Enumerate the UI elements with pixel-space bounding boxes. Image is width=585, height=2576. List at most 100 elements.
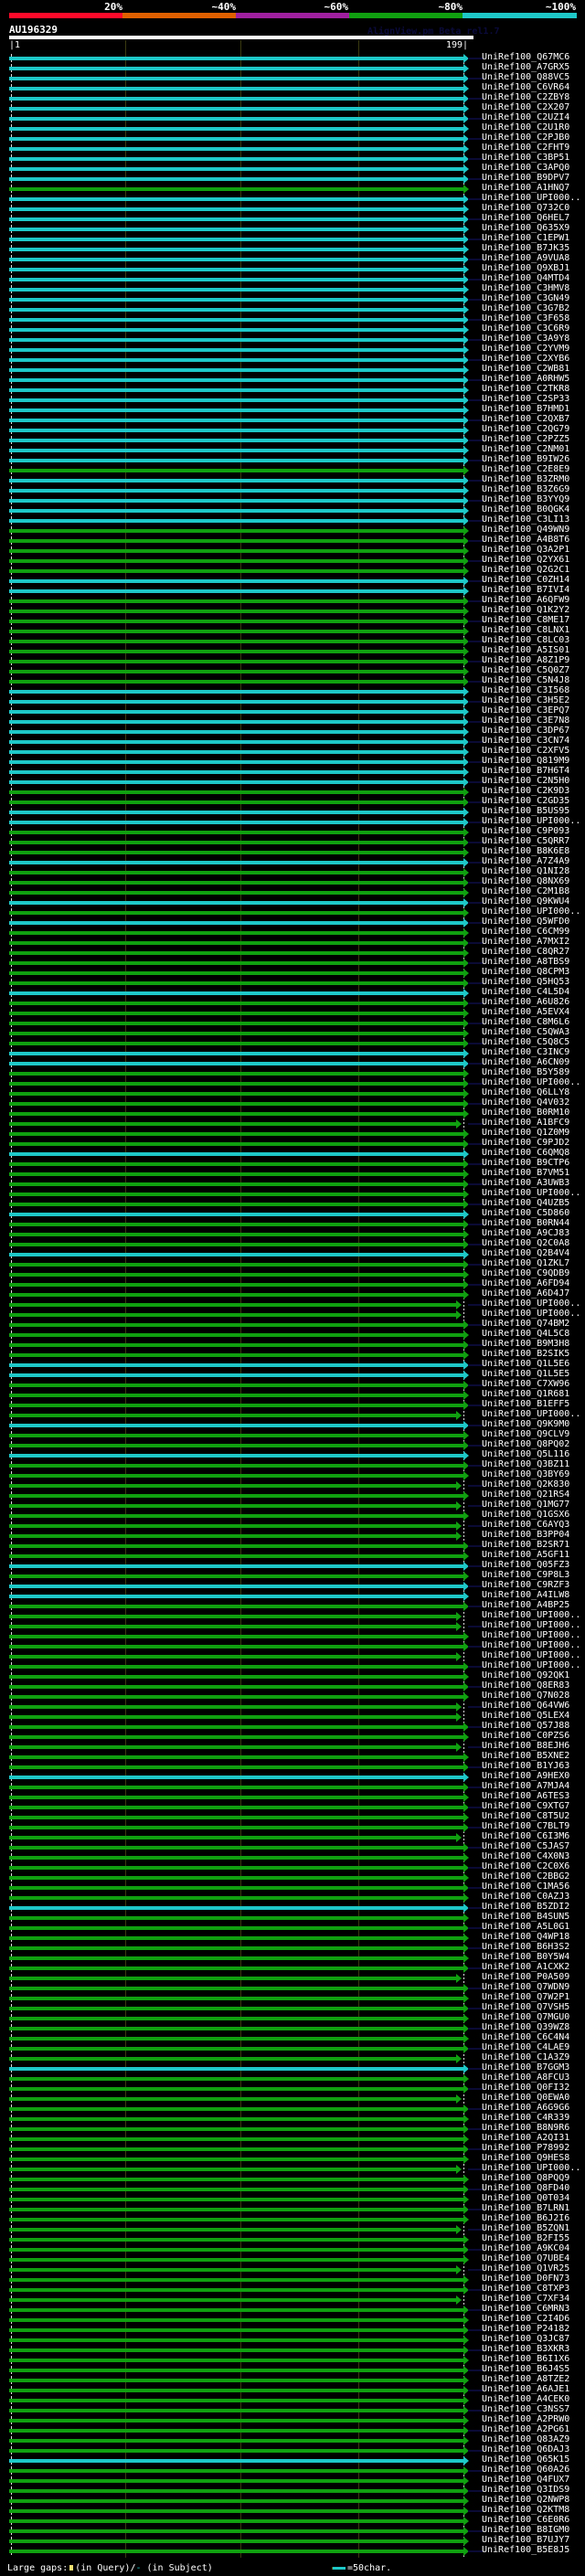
- alignment-bar[interactable]: [9, 891, 463, 895]
- alignment-bar[interactable]: [9, 67, 463, 70]
- alignment-bar[interactable]: [9, 2248, 463, 2252]
- alignment-bar[interactable]: [9, 2198, 463, 2201]
- alignment-bar[interactable]: [9, 87, 463, 90]
- alignment-bar[interactable]: [9, 1605, 463, 1608]
- alignment-bar[interactable]: [9, 97, 463, 101]
- alignment-bar[interactable]: [9, 1544, 463, 1548]
- alignment-bar[interactable]: [9, 1273, 463, 1277]
- alignment-bar[interactable]: [9, 2168, 457, 2171]
- alignment-bar[interactable]: [9, 1303, 457, 1307]
- alignment-bar[interactable]: [9, 1082, 463, 1086]
- alignment-bar[interactable]: [9, 750, 463, 754]
- alignment-bar[interactable]: [9, 2529, 463, 2533]
- alignment-bar[interactable]: [9, 137, 463, 141]
- alignment-bar[interactable]: [9, 2449, 463, 2453]
- alignment-bar[interactable]: [9, 1172, 463, 1176]
- alignment-bar[interactable]: [9, 2188, 463, 2191]
- alignment-bar[interactable]: [9, 1655, 457, 1659]
- alignment-bar[interactable]: [9, 911, 463, 915]
- alignment-bar[interactable]: [9, 449, 463, 452]
- alignment-bar[interactable]: [9, 308, 463, 312]
- alignment-bar[interactable]: [9, 1816, 463, 1819]
- alignment-bar[interactable]: [9, 1434, 463, 1437]
- alignment-bar[interactable]: [9, 1514, 463, 1518]
- alignment-bar[interactable]: [9, 851, 463, 854]
- alignment-bar[interactable]: [9, 408, 463, 412]
- alignment-bar[interactable]: [9, 2238, 463, 2242]
- alignment-bar[interactable]: [9, 640, 463, 643]
- alignment-bar[interactable]: [9, 318, 463, 322]
- alignment-bar[interactable]: [9, 177, 463, 181]
- alignment-bar[interactable]: [9, 1554, 463, 1558]
- alignment-bar[interactable]: [9, 770, 463, 774]
- alignment-bar[interactable]: [9, 2137, 463, 2141]
- alignment-bar[interactable]: [9, 1323, 463, 1327]
- alignment-bar[interactable]: [9, 2419, 463, 2422]
- alignment-bar[interactable]: [9, 1102, 463, 1106]
- alignment-bar[interactable]: [9, 599, 463, 603]
- alignment-bar[interactable]: [9, 1162, 463, 1166]
- alignment-bar[interactable]: [9, 1786, 463, 1789]
- alignment-bar[interactable]: [9, 2047, 463, 2051]
- alignment-bar[interactable]: [9, 1072, 463, 1076]
- alignment-bar[interactable]: [9, 559, 463, 563]
- alignment-bar[interactable]: [9, 2117, 463, 2121]
- alignment-bar[interactable]: [9, 358, 463, 362]
- alignment-bar[interactable]: [9, 1987, 463, 1990]
- alignment-bar[interactable]: [9, 2097, 457, 2101]
- alignment-bar[interactable]: [9, 881, 463, 885]
- alignment-bar[interactable]: [9, 509, 463, 513]
- alignment-bar[interactable]: [9, 348, 463, 352]
- alignment-bar[interactable]: [9, 1886, 463, 1890]
- alignment-bar[interactable]: [9, 1796, 463, 1799]
- alignment-bar[interactable]: [9, 268, 463, 271]
- alignment-bar[interactable]: [9, 549, 463, 553]
- alignment-bar[interactable]: [9, 1333, 463, 1337]
- alignment-bar[interactable]: [9, 2178, 463, 2181]
- alignment-bar[interactable]: [9, 1203, 463, 1206]
- alignment-bar[interactable]: [9, 630, 463, 633]
- alignment-bar[interactable]: [9, 579, 463, 583]
- alignment-bar[interactable]: [9, 660, 463, 663]
- alignment-bar[interactable]: [9, 1414, 457, 1417]
- alignment-bar[interactable]: [9, 1353, 463, 1357]
- alignment-bar[interactable]: [9, 258, 463, 261]
- alignment-bar[interactable]: [9, 1213, 463, 1216]
- alignment-bar[interactable]: [9, 519, 463, 523]
- alignment-bar[interactable]: [9, 1564, 463, 1568]
- alignment-bar[interactable]: [9, 1906, 463, 1910]
- alignment-bar[interactable]: [9, 1293, 463, 1297]
- alignment-bar[interactable]: [9, 2399, 463, 2402]
- alignment-bar[interactable]: [9, 1615, 457, 1618]
- alignment-bar[interactable]: [9, 2539, 463, 2543]
- alignment-bar[interactable]: [9, 1665, 463, 1669]
- alignment-bar[interactable]: [9, 1765, 463, 1769]
- alignment-bar[interactable]: [9, 1977, 457, 1980]
- alignment-bar[interactable]: [9, 1313, 457, 1317]
- alignment-bar[interactable]: [9, 1695, 463, 1699]
- alignment-bar[interactable]: [9, 1484, 457, 1488]
- alignment-bar[interactable]: [9, 197, 463, 201]
- alignment-bar[interactable]: [9, 2057, 457, 2061]
- alignment-bar[interactable]: [9, 1454, 463, 1458]
- alignment-bar[interactable]: [9, 539, 463, 543]
- alignment-bar[interactable]: [9, 2379, 463, 2382]
- alignment-bar[interactable]: [9, 1856, 463, 1860]
- alignment-bar[interactable]: [9, 1776, 463, 1779]
- alignment-bar[interactable]: [9, 2288, 463, 2292]
- alignment-bar[interactable]: [9, 479, 463, 482]
- alignment-bar[interactable]: [9, 981, 463, 985]
- alignment-bar[interactable]: [9, 1253, 463, 1256]
- alignment-bar[interactable]: [9, 298, 463, 302]
- alignment-bar[interactable]: [9, 2077, 463, 2081]
- alignment-bar[interactable]: [9, 2328, 463, 2332]
- alignment-bar[interactable]: [9, 931, 463, 935]
- alignment-bar[interactable]: [9, 991, 463, 995]
- alignment-bar[interactable]: [9, 1735, 463, 1739]
- alignment-bar[interactable]: [9, 1846, 463, 1850]
- alignment-bar[interactable]: [9, 378, 463, 382]
- alignment-bar[interactable]: [9, 1424, 463, 1427]
- alignment-bar[interactable]: [9, 780, 463, 784]
- alignment-bar[interactable]: [9, 2308, 463, 2312]
- alignment-bar[interactable]: [9, 2007, 463, 2010]
